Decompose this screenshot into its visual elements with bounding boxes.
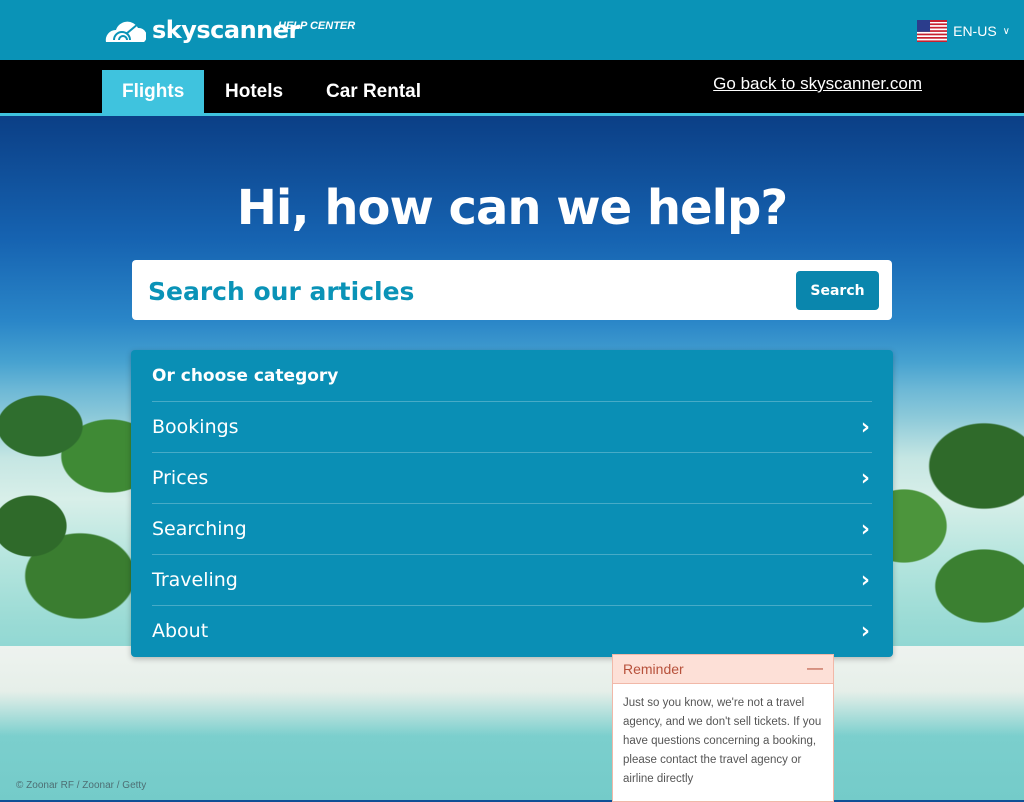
search-box: Search <box>132 260 892 320</box>
category-item-searching[interactable]: Searching › <box>152 503 872 554</box>
page-title: Hi, how can we help? <box>236 180 789 236</box>
tab-hotels[interactable]: Hotels <box>205 70 303 113</box>
beach <box>0 646 1024 736</box>
chevron-right-icon: › <box>860 567 870 593</box>
reminder-widget: Reminder — Just so you know, we're not a… <box>612 654 834 802</box>
chevron-right-icon: › <box>860 465 870 491</box>
category-item-prices[interactable]: Prices › <box>152 452 872 503</box>
skyscanner-cloud-icon <box>105 21 146 42</box>
top-bar: skyscanner HELP CENTER EN-US ∨ <box>0 0 1024 60</box>
category-label: Prices <box>152 467 209 489</box>
skyscanner-logo[interactable]: skyscanner <box>102 14 300 46</box>
chevron-right-icon: › <box>860 618 870 644</box>
category-item-bookings[interactable]: Bookings › <box>152 401 872 452</box>
search-input[interactable] <box>146 270 770 312</box>
tab-car-rental[interactable]: Car Rental <box>306 70 441 113</box>
reminder-title: Reminder <box>623 661 684 677</box>
us-flag-icon <box>917 20 948 42</box>
category-panel: Or choose category Bookings › Prices › S… <box>131 350 893 657</box>
language-selector[interactable]: EN-US ∨ <box>917 20 1010 42</box>
category-item-about[interactable]: About › <box>152 605 872 656</box>
nav-bar-divider <box>0 113 1024 116</box>
search-button[interactable]: Search <box>796 271 879 310</box>
chevron-down-icon: ∨ <box>1002 25 1010 37</box>
reminder-body: Just so you know, we're not a travel age… <box>623 697 822 785</box>
category-heading: Or choose category <box>152 366 339 386</box>
help-center-label: HELP CENTER <box>278 20 356 32</box>
photo-credit: © Zoonar RF / Zoonar / Getty <box>16 780 147 791</box>
category-label: Searching <box>152 518 247 540</box>
chevron-right-icon: › <box>860 516 870 542</box>
back-to-skyscanner-link[interactable]: Go back to skyscanner.com <box>713 74 922 94</box>
category-label: About <box>152 620 209 642</box>
language-code: EN-US <box>953 23 997 39</box>
chevron-right-icon: › <box>860 414 870 440</box>
reminder-header[interactable]: Reminder — <box>613 655 833 684</box>
category-label: Traveling <box>152 569 238 591</box>
minimize-icon[interactable]: — <box>807 660 823 678</box>
tab-flights[interactable]: Flights <box>102 70 205 113</box>
category-list: Bookings › Prices › Searching › Travelin… <box>152 401 872 656</box>
category-label: Bookings <box>152 416 239 438</box>
category-item-traveling[interactable]: Traveling › <box>152 554 872 605</box>
